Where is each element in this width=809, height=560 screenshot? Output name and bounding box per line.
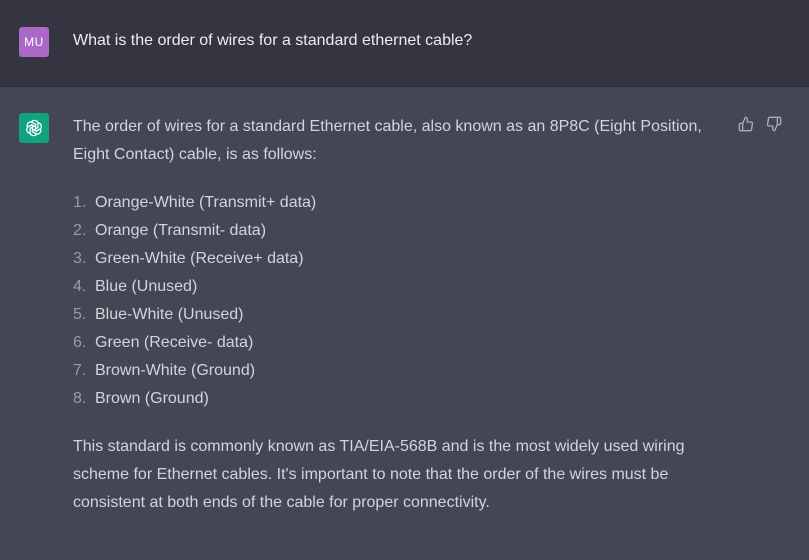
assistant-avatar — [19, 113, 49, 143]
thumbs-down-icon — [766, 116, 782, 132]
list-item: 5. Blue-White (Unused) — [73, 306, 244, 323]
list-item: 3. Green-White (Receive+ data) — [73, 250, 304, 267]
openai-logo-icon — [26, 119, 42, 137]
assistant-outro: This standard is commonly known as TIA/E… — [73, 438, 685, 511]
user-message-row: MU What is the order of wires for a stan… — [0, 0, 809, 87]
list-item: 1. Orange-White (Transmit+ data) — [73, 194, 317, 211]
list-item: 6. Green (Receive- data) — [73, 334, 254, 351]
list-item: 7. Brown-White (Ground) — [73, 362, 256, 379]
list-item: 2. Orange (Transmit- data) — [73, 222, 267, 239]
wire-order-list: 1. Orange-White (Transmit+ data) 2. Orange… — [73, 189, 713, 413]
assistant-message-row: The order of wires for a standard Ethern… — [0, 87, 809, 560]
list-item: 4. Blue (Unused) — [73, 278, 198, 295]
thumbs-up-icon — [738, 116, 754, 132]
list-item: 8. Brown (Ground) — [73, 390, 209, 407]
assistant-message-content: The order of wires for a standard Ethern… — [73, 113, 713, 517]
thumbs-up-button[interactable] — [737, 115, 755, 133]
user-avatar: MU — [19, 27, 49, 57]
assistant-intro: The order of wires for a standard Ethern… — [73, 118, 702, 163]
user-message-text: What is the order of wires for a standar… — [73, 32, 473, 49]
thumbs-down-button[interactable] — [765, 115, 783, 133]
